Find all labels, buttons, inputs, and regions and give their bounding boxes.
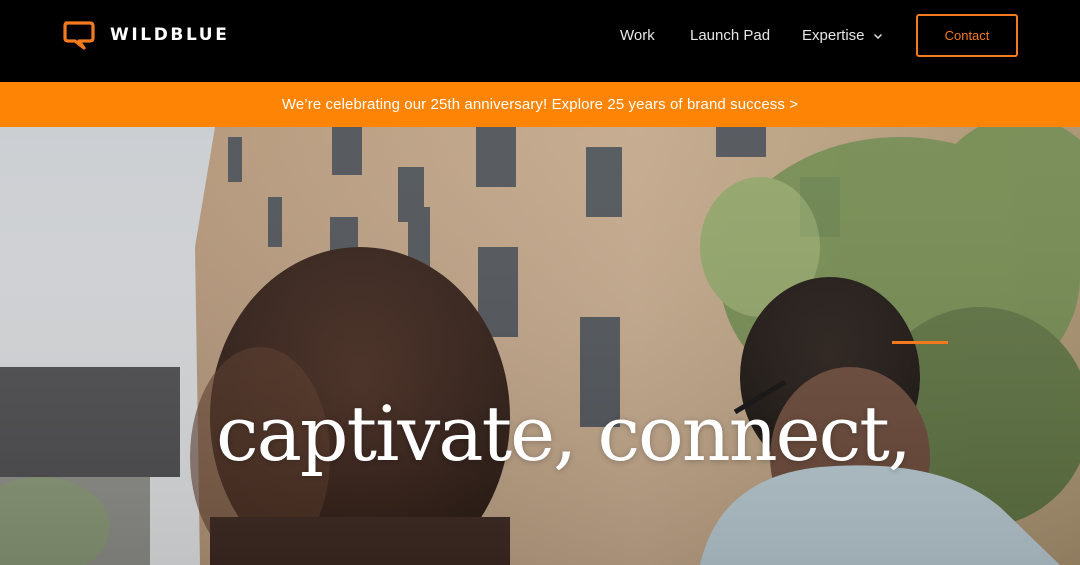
site-header: WILDBLUE Work Launch Pad Expertise Conta… <box>0 0 1080 82</box>
anniversary-banner[interactable]: We’re celebrating our 25th anniversary! … <box>0 82 1080 127</box>
nav-item-expertise-label: Expertise <box>802 27 865 44</box>
chevron-down-icon <box>873 34 882 39</box>
nav-item-work[interactable]: Work <box>620 26 655 46</box>
nav-item-launch-pad[interactable]: Launch Pad <box>690 26 770 46</box>
hero-headline: captivate, connect, <box>216 389 912 478</box>
banner-text: We’re celebrating our 25th anniversary! … <box>281 96 799 113</box>
contact-button[interactable]: Contact <box>916 14 1018 57</box>
nav-item-expertise[interactable]: Expertise <box>802 26 883 46</box>
hero-accent-line <box>892 341 948 344</box>
main-nav: Work Launch Pad Expertise Contact <box>0 0 1080 72</box>
hero-section: captivate, connect, <box>0 127 1080 565</box>
hero-background-image <box>0 127 1080 565</box>
